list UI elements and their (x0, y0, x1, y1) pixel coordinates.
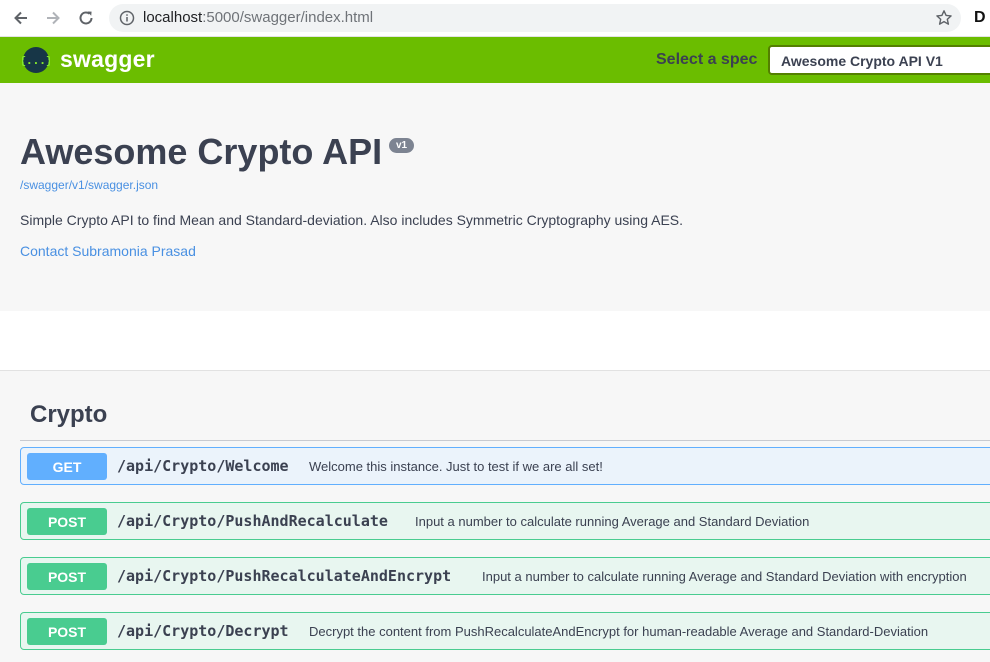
operation-push-recalculate-and-encrypt[interactable]: POST /api/Crypto/PushRecalculateAndEncry… (20, 557, 990, 595)
forward-button[interactable] (41, 6, 65, 30)
url-text: localhost:5000/swagger/index.html (143, 9, 373, 27)
star-icon[interactable] (935, 9, 953, 27)
swagger-brand[interactable]: swagger (60, 46, 155, 73)
spec-select-label: Select a spec (656, 51, 758, 68)
operation-summary: Input a number to calculate running Aver… (415, 514, 810, 529)
swagger-logo-icon[interactable]: {...} (22, 46, 50, 74)
operation-summary: Input a number to calculate running Aver… (482, 569, 967, 584)
info-icon[interactable] (119, 10, 135, 26)
scheme-container (0, 311, 990, 370)
operation-decrypt[interactable]: POST /api/Crypto/Decrypt Decrypt the con… (20, 612, 990, 650)
back-button[interactable] (9, 6, 33, 30)
operation-path: /api/Crypto/PushRecalculateAndEncrypt (117, 567, 452, 585)
version-badge: v1 (389, 138, 415, 153)
operation-path: /api/Crypto/PushAndRecalculate (117, 512, 388, 530)
spec-select[interactable]: Awesome Crypto API V1 (768, 45, 990, 75)
browser-toolbar: localhost:5000/swagger/index.html D (0, 0, 990, 37)
contact-link[interactable]: Contact Subramonia Prasad (20, 243, 196, 259)
url-path: :5000/swagger/index.html (202, 9, 374, 26)
spec-select-value: Awesome Crypto API V1 (781, 53, 943, 69)
tag-divider (20, 440, 990, 441)
operation-summary: Welcome this instance. Just to test if w… (309, 459, 603, 474)
extension-button[interactable]: D (974, 9, 986, 27)
operation-path: /api/Crypto/Decrypt (117, 622, 289, 640)
swagger-json-link[interactable]: /swagger/v1/swagger.json (20, 178, 158, 192)
arrow-left-icon (14, 11, 27, 25)
operation-path: /api/Crypto/Welcome (117, 457, 289, 475)
operation-welcome[interactable]: GET /api/Crypto/Welcome Welcome this ins… (20, 447, 990, 485)
operation-push-and-recalculate[interactable]: POST /api/Crypto/PushAndRecalculate Inpu… (20, 502, 990, 540)
arrow-right-icon (47, 11, 60, 25)
svg-text:{...}: {...} (22, 54, 50, 67)
api-title: Awesome Crypto API (20, 131, 383, 172)
method-badge: POST (27, 618, 107, 645)
url-host: localhost (143, 9, 203, 26)
reload-icon (79, 11, 93, 25)
method-badge: POST (27, 563, 107, 590)
operations-section: Crypto GET /api/Crypto/Welcome Welcome t… (0, 370, 990, 662)
swagger-topbar: {...} swagger Select a spec Awesome Cryp… (0, 37, 990, 83)
tag-header-crypto[interactable]: Crypto (30, 401, 107, 429)
api-info: Awesome Crypto API v1 /swagger/v1/swagge… (0, 83, 990, 311)
address-bar[interactable]: localhost:5000/swagger/index.html (109, 4, 961, 32)
operation-summary: Decrypt the content from PushRecalculate… (309, 624, 929, 639)
api-description: Simple Crypto API to find Mean and Stand… (20, 212, 684, 228)
method-badge: POST (27, 508, 107, 535)
reload-button[interactable] (74, 6, 98, 30)
method-badge: GET (27, 453, 107, 480)
